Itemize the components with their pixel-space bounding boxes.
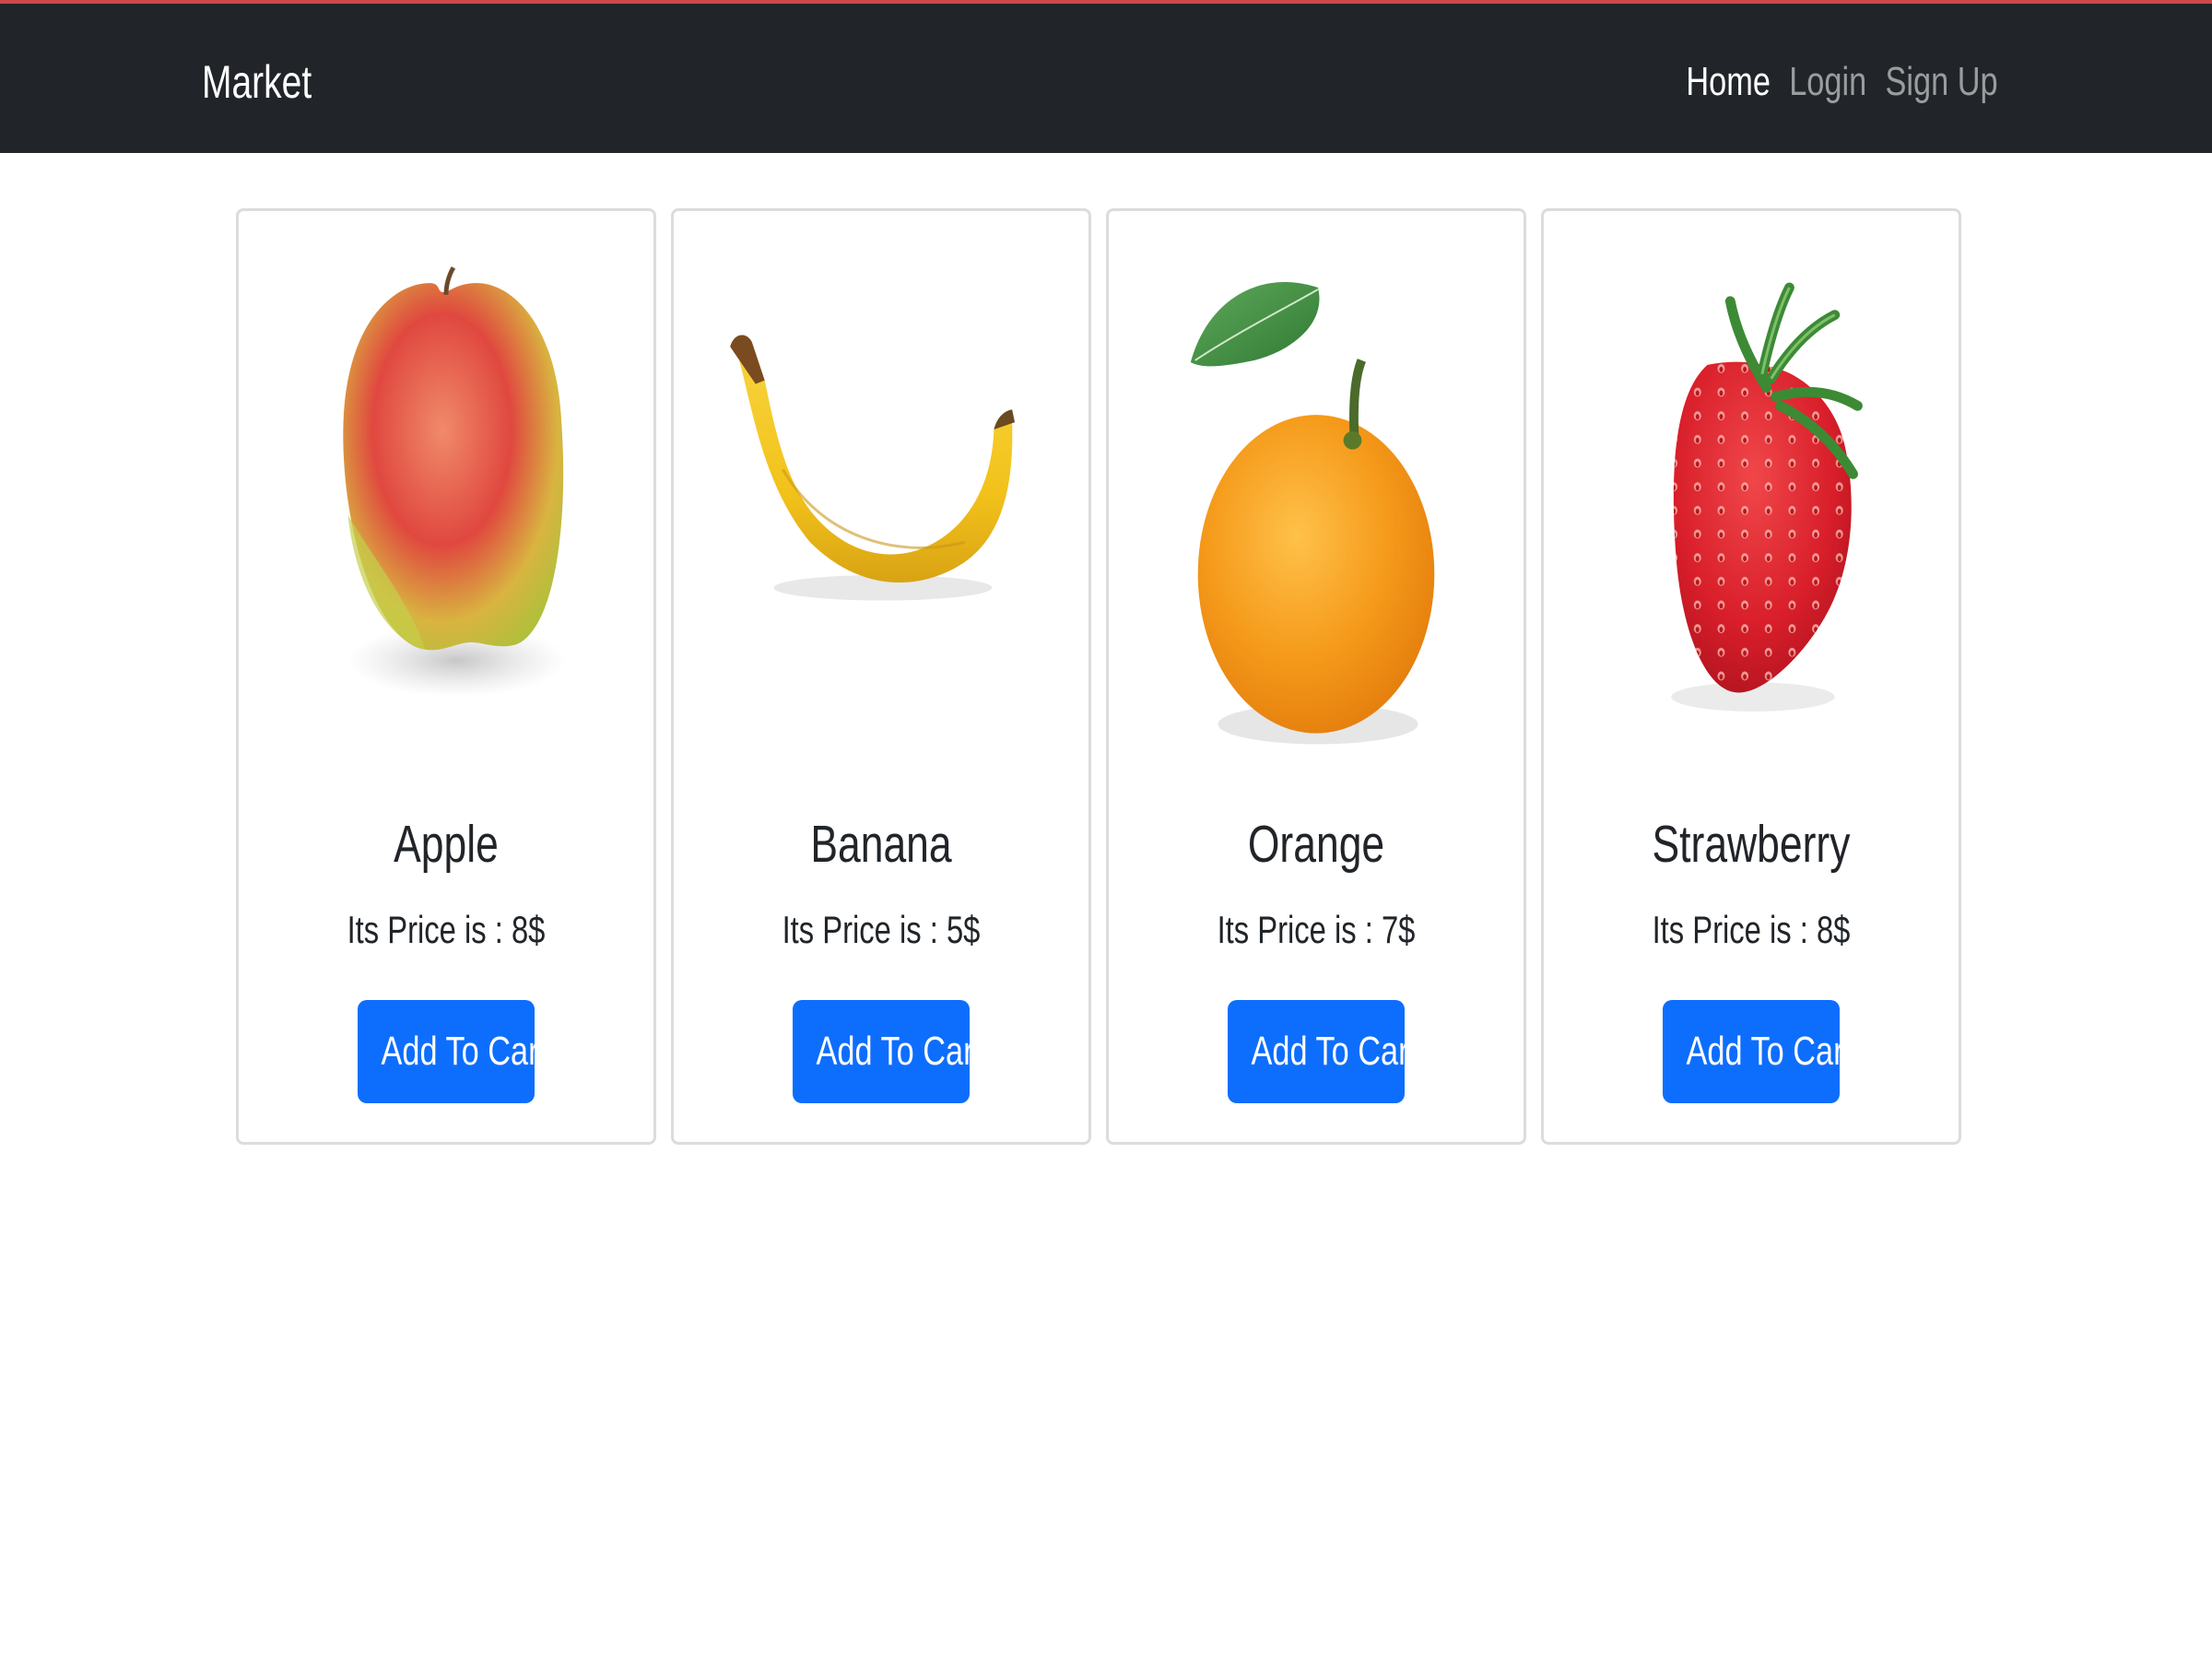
- product-price: Its Price is : 5$: [782, 908, 981, 951]
- product-name: Strawberry: [1652, 815, 1851, 874]
- add-to-cart-label: Add To Cart: [816, 1029, 983, 1074]
- strawberry-image: [1544, 211, 1959, 782]
- brand-link[interactable]: Market: [202, 55, 312, 109]
- apple-image: [239, 211, 653, 782]
- product-name: Apple: [394, 815, 499, 874]
- orange-image: [1109, 211, 1524, 782]
- add-to-cart-button[interactable]: Add To Cart: [793, 1000, 982, 1103]
- nav-link-sign-up[interactable]: Sign Up: [1886, 59, 1998, 105]
- navbar: Market Home Login Sign Up: [0, 4, 2212, 153]
- product-price: Its Price is : 7$: [1217, 908, 1416, 951]
- product-card-banana: Banana Its Price is : 5$ Add To Cart: [671, 208, 1091, 1145]
- nav-links: Home Login Sign Up: [1687, 59, 1998, 105]
- product-card-orange: Orange Its Price is : 7$ Add To Cart: [1106, 208, 1526, 1145]
- product-price: Its Price is : 8$: [1652, 908, 1851, 951]
- product-card-strawberry: Strawberry Its Price is : 8$ Add To Cart: [1541, 208, 1961, 1145]
- nav-link-home[interactable]: Home: [1687, 59, 1771, 105]
- product-list: Apple Its Price is : 8$ Add To Cart Bana…: [236, 208, 1961, 1145]
- add-to-cart-label: Add To Cart: [1251, 1029, 1418, 1074]
- add-to-cart-label: Add To Cart: [381, 1029, 548, 1074]
- product-name: Banana: [810, 815, 952, 874]
- banana-image: [674, 211, 1088, 782]
- product-card-apple: Apple Its Price is : 8$ Add To Cart: [236, 208, 656, 1145]
- add-to-cart-button[interactable]: Add To Cart: [1663, 1000, 1853, 1103]
- product-name: Orange: [1247, 815, 1385, 874]
- add-to-cart-button[interactable]: Add To Cart: [358, 1000, 547, 1103]
- product-price: Its Price is : 8$: [347, 908, 546, 951]
- nav-link-login[interactable]: Login: [1790, 59, 1867, 105]
- add-to-cart-label: Add To Cart: [1686, 1029, 1853, 1074]
- add-to-cart-button[interactable]: Add To Cart: [1228, 1000, 1418, 1103]
